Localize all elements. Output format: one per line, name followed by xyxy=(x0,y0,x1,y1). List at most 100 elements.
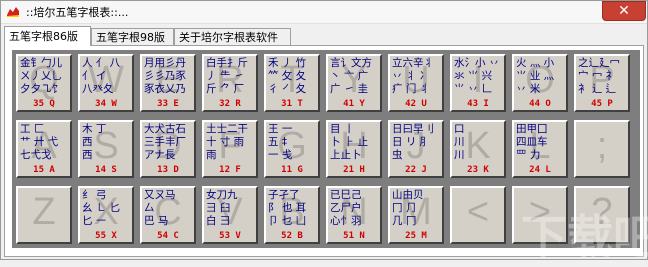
radical-line: 厶 xyxy=(144,202,155,214)
key-code: 25 M xyxy=(405,231,427,241)
radical-line: 川 xyxy=(454,136,465,148)
radical-line: 亻 イ xyxy=(82,70,107,82)
radical-line: 阝 也 耳 xyxy=(268,202,307,214)
radical-line: 心忄羽 xyxy=(330,215,362,227)
radical-line: 彐 臼 xyxy=(206,202,231,214)
radical-line: 口 xyxy=(454,123,465,135)
key-cell[interactable]: P 之辶廴冖宀 冖 礻衤 辶 ⻍ 45 P xyxy=(574,54,630,112)
tab-label: 关于培尔字根表软件 xyxy=(179,31,278,44)
key-cell[interactable]: N 已巳己 乙尸户 心忄羽 51 N xyxy=(326,186,382,244)
radical-line: 巴 马 xyxy=(144,215,169,227)
radical-line: 衤 辶 ⻍ xyxy=(578,83,617,95)
key-code: 33 E xyxy=(157,99,179,109)
radical-line: 西 xyxy=(82,136,93,148)
radical-line: 一 戋 xyxy=(268,149,293,161)
radical-line: 子孑了 xyxy=(268,189,300,201)
watermark: 下载吧 xyxy=(521,210,648,264)
key-cell[interactable]: U 立六辛丬丷 丬 冫疒 门 丬 42 U xyxy=(388,54,444,112)
key-cell[interactable]: M 山由贝冂 ⺆几 冂 25 M xyxy=(388,186,444,244)
key-cell[interactable]: Z xyxy=(16,186,72,244)
key-cell[interactable]: B 子孑了阝 也 耳卩 乜 凵 52 B xyxy=(264,186,320,244)
key-cell[interactable]: O火 灬 小⺌ 业 灬 丷 米 44 O xyxy=(512,54,568,112)
radical-line: 目 丨 xyxy=(330,123,355,135)
radical-line: 五 ‡ xyxy=(268,136,288,148)
key-cell[interactable]: S木 丁 西 西 14 S xyxy=(78,120,134,178)
key-cell[interactable]: I 水氵小 丷氺 ⺌ 兴⺌ 丷 𠃊 43 I xyxy=(450,54,506,112)
tab-wubi-98[interactable]: 五笔字根98版 xyxy=(91,28,174,45)
radical-line: 上止卜 xyxy=(330,149,362,161)
radical-line: 七弋戈 xyxy=(20,149,52,161)
key-cell[interactable]: J 日曰早刂日 リ ⺼ 虫 22 J xyxy=(388,120,444,178)
key-code: 14 S xyxy=(95,165,117,175)
radical-line: ㄨ丿乂乚 xyxy=(20,70,62,82)
radical-line: アナ長 xyxy=(144,149,176,161)
radical-line: 罒 力 xyxy=(516,149,541,161)
close-button[interactable]: ✕ xyxy=(602,1,646,21)
radical-line: 工 匚 xyxy=(20,123,45,135)
key-cell[interactable]: ; xyxy=(574,120,630,178)
key-code: 24 L xyxy=(529,165,551,175)
key-code: 15 A xyxy=(33,165,55,175)
key-code: 34 W xyxy=(95,99,117,109)
key-cell[interactable]: E 月用彡丹 彡彡乃豕 豕衣乂乃 33 E xyxy=(140,54,196,112)
key-code: 23 K xyxy=(467,165,489,175)
radical-line: 广 ㇀ 圭 xyxy=(330,83,369,95)
key-cell[interactable]: < xyxy=(450,186,506,244)
key-cell[interactable]: V 女刀九彐 臼白 彐 53 V xyxy=(202,186,258,244)
radical-line: 冂 ⺆ xyxy=(392,202,417,214)
key-cell[interactable]: H目 丨卜 ⺊ 止上止卜 21 H xyxy=(326,120,382,178)
key-code: 44 O xyxy=(529,99,551,109)
radical-line: 木 丁 xyxy=(82,123,107,135)
radical-line: ⺮ 攵 夂 xyxy=(268,70,307,82)
key-cell[interactable]: K口 川 川 23 K xyxy=(450,120,506,178)
radical-line: 日曰早刂 xyxy=(392,123,434,135)
key-cell[interactable]: F 土士二干十 寸 雨雨 12 F xyxy=(202,120,258,178)
key-cell[interactable]: G王 一 五 ‡ 一 戋 11 G xyxy=(264,120,320,178)
key-code: 45 P xyxy=(591,99,613,109)
window-title: ::培尔五笔字根表::... xyxy=(26,6,129,19)
key-code: 55 X xyxy=(95,231,117,241)
key-cell[interactable]: T禾 丿 竹⺮ 攵 夂彳 ㇒ 夂 31 T xyxy=(264,54,320,112)
key-cell[interactable]: L 田甲囗 四皿车罒 力 24 L xyxy=(512,120,568,178)
key-cell[interactable]: R 白手扌斤丿 ⺧ ㇀斤 ⺈ 厂 32 R xyxy=(202,54,258,112)
radical-line: ⺌ 业 灬 xyxy=(516,70,555,82)
key-code: 12 F xyxy=(219,165,241,175)
radical-line: 乙尸户 xyxy=(330,202,362,214)
radical-line: 艹 廾 弋 xyxy=(20,136,59,148)
radical-line: 白手扌斤 xyxy=(206,57,248,69)
key-cell[interactable]: Q 金钅勹儿 ㄨ丿乂乚 夕夕㇈饣 35 Q xyxy=(16,54,72,112)
radical-line: 卜 ⺊ 止 xyxy=(330,136,369,148)
radical-line: 又ㄡ马 xyxy=(144,189,176,201)
radical-line: 土士二干 xyxy=(206,123,248,135)
key-cell[interactable]: Y 言讠文方丶 亠 广广 ㇀ 圭 41 Y xyxy=(326,54,382,112)
radical-line: 禾 丿 竹 xyxy=(268,57,307,69)
radical-line: 八癶夂 xyxy=(82,83,114,95)
radical-line: 丶 亠 广 xyxy=(330,70,369,82)
close-icon: ✕ xyxy=(618,3,630,19)
tab-about[interactable]: 关于培尔字根表软件 xyxy=(174,28,291,45)
radical-line: 宀 冖 礻 xyxy=(578,70,617,82)
radical-line: 西 xyxy=(82,149,93,161)
radical-line: 川 xyxy=(454,149,465,161)
key-letter: < xyxy=(466,191,490,233)
radical-line: 斤 ⺈ 厂 xyxy=(206,83,245,95)
radical-line: 虫 xyxy=(392,149,403,161)
radical-line: 豕衣乂乃 xyxy=(144,83,186,95)
key-code: 32 R xyxy=(219,99,241,109)
radical-line: 人 亻 八 xyxy=(82,57,121,69)
key-code: 13 D xyxy=(157,165,179,175)
key-cell[interactable]: X纟 弓幺 ㇗ 匕匕 ㇐ 55 X xyxy=(78,186,134,244)
radical-line: 大犬古石 xyxy=(144,123,186,135)
radical-line: 卩 乜 凵 xyxy=(268,215,307,227)
key-cell[interactable]: A工 匚艹 廾 弋七弋戈 15 A xyxy=(16,120,72,178)
tab-wubi-86[interactable]: 五笔字根86版 xyxy=(4,26,91,46)
radical-line: 月用彡丹 xyxy=(144,57,186,69)
radical-line: 金钅勹儿 xyxy=(20,57,62,69)
key-cell[interactable]: C 又ㄡ马 厶 巴 马 54 C xyxy=(140,186,196,244)
title-bar[interactable]: ::培尔五笔字根表::... ✕ xyxy=(1,1,647,24)
radical-line: 白 彐 xyxy=(206,215,231,227)
key-cell[interactable]: W人 亻 八亻 イ八癶夂 34 W xyxy=(78,54,134,112)
key-cell[interactable]: D 大犬古石 三手丰厂 アナ長 13 D xyxy=(140,120,196,178)
radical-line: 夕夕㇈饣 xyxy=(20,83,62,95)
radical-line: 彳 ㇒ 夂 xyxy=(268,83,307,95)
